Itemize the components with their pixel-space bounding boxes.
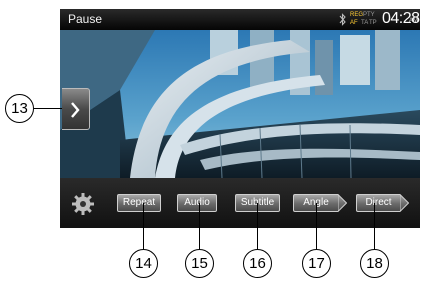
direct-label: Direct (365, 197, 392, 208)
reg-indicator: REG (350, 12, 364, 18)
leader-line-16 (257, 203, 259, 249)
control-bar: Repeat Audio Subtitle Angle Direct (60, 178, 420, 228)
audio-label: Audio (184, 197, 210, 208)
menu-expand-tab[interactable] (62, 88, 90, 130)
gear-icon[interactable] (71, 192, 95, 216)
repeat-label: Repeat (122, 197, 156, 208)
leader-line-13 (34, 108, 62, 110)
callout-15: 15 (185, 249, 214, 278)
callout-16: 16 (243, 249, 272, 278)
bluetooth-icon (339, 13, 346, 26)
chevron-right-icon (71, 102, 80, 118)
leader-line-15 (199, 203, 201, 249)
callout-14: 14 (129, 249, 158, 278)
video-image (60, 30, 420, 178)
direct-arrow-tip (400, 194, 409, 212)
af-indicator: AF (350, 20, 358, 26)
clock-ampm: AM (409, 18, 418, 24)
angle-arrow-tip (338, 194, 347, 212)
tp-indicator: TP (369, 20, 377, 26)
repeat-button[interactable]: Repeat (117, 194, 161, 212)
audio-button[interactable]: Audio (177, 194, 217, 212)
ta-indicator: TA (361, 20, 369, 26)
playback-status: Pause (68, 12, 103, 26)
video-frame[interactable] (60, 30, 420, 178)
pty-indicator: PTY (363, 12, 375, 18)
callout-13: 13 (5, 94, 34, 123)
device-screen: Pause REG PTY AF TA TP 04:28 AM Repeat A… (60, 9, 420, 228)
leader-line-14 (143, 203, 145, 249)
status-bar: Pause REG PTY AF TA TP 04:28 AM (60, 9, 420, 30)
leader-line-17 (316, 203, 318, 249)
direct-button[interactable]: Direct (356, 194, 409, 212)
callout-18: 18 (360, 249, 389, 278)
leader-line-18 (374, 203, 376, 249)
callout-17: 17 (302, 249, 331, 278)
